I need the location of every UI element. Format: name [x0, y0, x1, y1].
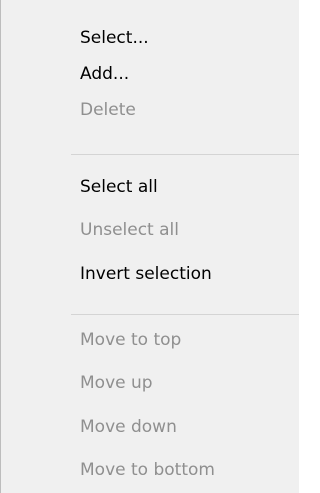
- menu-item-add[interactable]: Add...: [80, 56, 299, 92]
- menu-item-move-up[interactable]: Move up: [80, 365, 299, 401]
- menu-item-select[interactable]: Select...: [80, 20, 299, 56]
- menu-separator: [71, 314, 299, 315]
- menu-separator: [71, 154, 299, 155]
- menu-item-move-to-top[interactable]: Move to top: [80, 322, 299, 358]
- menu-item-delete[interactable]: Delete: [80, 92, 299, 128]
- menu-item-move-to-bottom[interactable]: Move to bottom: [80, 452, 299, 488]
- menu-item-invert-selection[interactable]: Invert selection: [80, 256, 299, 292]
- menu-item-move-down[interactable]: Move down: [80, 409, 299, 445]
- menu-item-select-all[interactable]: Select all: [80, 169, 299, 205]
- context-menu: Select... Add... Delete Select all Unsel…: [0, 0, 299, 493]
- menu-item-unselect-all[interactable]: Unselect all: [80, 212, 299, 248]
